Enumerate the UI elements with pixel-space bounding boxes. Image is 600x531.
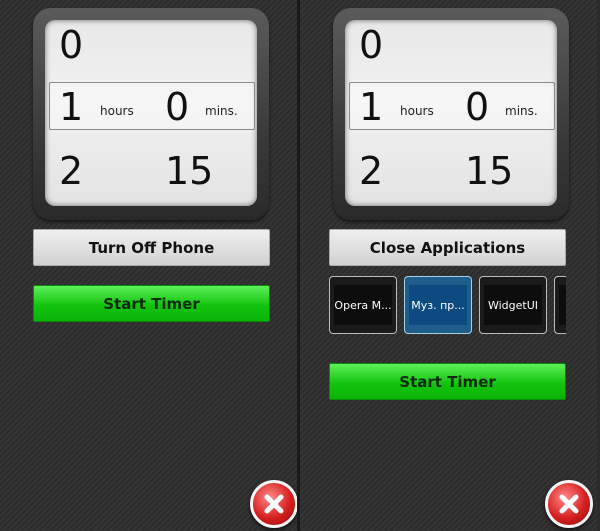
app-label: V [559, 285, 566, 325]
picker-row-selected[interactable]: 1 hours 0 mins. [345, 80, 557, 134]
time-picker-wheel[interactable]: 0 1 hours 0 mins. 2 15 [45, 20, 257, 206]
timer-screen-close-applications: 0 1 hours 0 mins. 2 15 Close Application… [300, 0, 597, 531]
time-picker-wheel[interactable]: 0 1 hours 0 mins. 2 15 [345, 20, 557, 206]
time-picker: 0 1 hours 0 mins. 2 15 [33, 8, 269, 220]
hours-value: 0 [59, 23, 84, 67]
hours-unit-label: hours [100, 104, 134, 118]
hours-value: 1 [59, 85, 84, 129]
close-x-icon [559, 494, 579, 514]
close-applications-button[interactable]: Close Applications [329, 229, 566, 266]
minutes-unit-label: mins. [505, 104, 538, 118]
picker-row[interactable]: 2 15 [345, 144, 557, 198]
timer-screen-turn-off-phone: 0 1 hours 0 mins. 2 15 Turn Off Phone St… [0, 0, 297, 531]
close-x-icon [264, 494, 284, 514]
picker-row[interactable]: 0 [345, 20, 557, 72]
app-tile[interactable]: Opera M... [329, 276, 397, 334]
hours-value: 0 [359, 23, 384, 67]
hours-value: 2 [359, 149, 384, 193]
start-timer-button[interactable]: Start Timer [329, 363, 566, 400]
minutes-value: 15 [465, 149, 514, 193]
minutes-value: 15 [165, 149, 214, 193]
time-picker: 0 1 hours 0 mins. 2 15 [333, 8, 569, 220]
app-list[interactable]: Opera M... Муз. пр... WidgetUI V [329, 276, 566, 334]
close-button[interactable] [545, 480, 593, 528]
start-timer-button[interactable]: Start Timer [33, 285, 270, 322]
app-label: Opera M... [334, 285, 392, 325]
app-label: WidgetUI [484, 285, 542, 325]
app-tile[interactable]: V [554, 276, 566, 334]
picker-row[interactable]: 2 15 [45, 144, 257, 198]
hours-value: 1 [359, 85, 384, 129]
picker-row-selected[interactable]: 1 hours 0 mins. [45, 80, 257, 134]
minutes-unit-label: mins. [205, 104, 238, 118]
close-button[interactable] [250, 480, 297, 528]
app-tile-selected[interactable]: Муз. пр... [404, 276, 472, 334]
hours-value: 2 [59, 149, 84, 193]
minutes-value: 0 [165, 85, 190, 129]
hours-unit-label: hours [400, 104, 434, 118]
picker-row[interactable]: 0 [45, 20, 257, 72]
app-label: Муз. пр... [409, 285, 467, 325]
app-tile[interactable]: WidgetUI [479, 276, 547, 334]
turn-off-phone-button[interactable]: Turn Off Phone [33, 229, 270, 266]
minutes-value: 0 [465, 85, 490, 129]
